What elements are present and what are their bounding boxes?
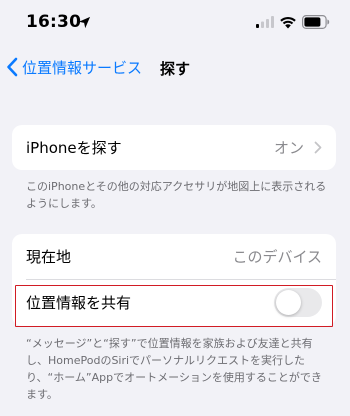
status-bar: 16:30 [0,0,350,46]
chevron-right-icon [314,141,322,154]
share-location-label: 位置情報を共有 [26,294,132,312]
find-iphone-group: iPhoneを探す オン [12,125,336,170]
status-time: 16:30 [26,12,82,32]
battery-icon [302,15,330,29]
cellular-signal-icon [256,16,274,28]
share-location-row: 位置情報を共有 [12,279,336,326]
current-location-value: このデバイス [232,248,322,266]
page-title: 探す [160,60,191,78]
find-iphone-row[interactable]: iPhoneを探す オン [12,125,336,170]
wifi-icon [280,16,296,29]
settings-screen: 16:30 位置情報サービス 探す iPhoneを探す オン このiPhoneと… [0,0,350,416]
navigation-bar: 位置情報サービス 探す [0,50,350,84]
find-iphone-label: iPhoneを探す [26,139,122,157]
share-location-toggle[interactable] [274,288,322,317]
find-iphone-footnote: このiPhoneとその他の対応アクセサリが地図上に表示されるようにします。 [26,180,327,210]
location-arrow-icon [78,16,91,29]
back-label: 位置情報サービス [22,58,143,77]
back-button[interactable]: 位置情報サービス [6,54,142,80]
chevron-left-icon [7,57,18,77]
current-location-label: 現在地 [26,248,72,266]
current-location-row[interactable]: 現在地 このデバイス [12,234,336,279]
find-iphone-value: オン [273,139,304,157]
toggle-knob [276,290,301,315]
location-sharing-footnote: “メッセージ”と“探す”で位置情報を家族および友達と共有し、HomePodのSi… [26,337,322,401]
location-group: 現在地 このデバイス 位置情報を共有 [12,234,336,326]
